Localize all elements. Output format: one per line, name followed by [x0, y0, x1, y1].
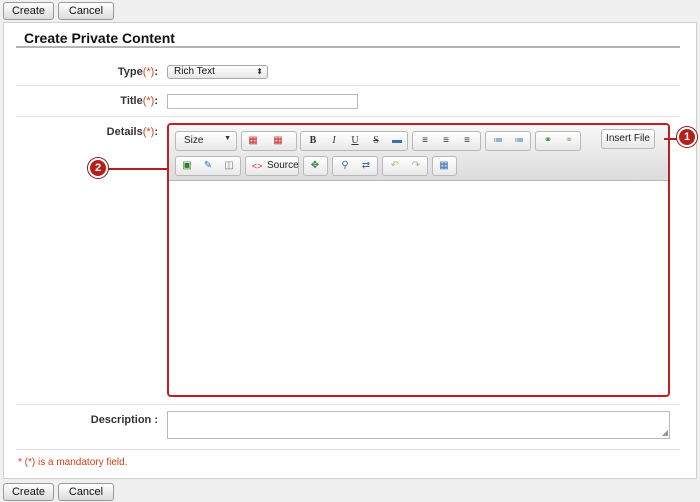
rich-text-editor: Size ▼ ▦ ▦ B I U S ▬ ≡ ≡ ≡ ≔ ≔ ⚭ ⚭ Inser… [167, 123, 670, 397]
description-label: Description : [90, 414, 158, 426]
resize-grip-icon[interactable]: ◢ [662, 429, 668, 437]
editor-content-area[interactable] [169, 182, 668, 395]
replace-icon[interactable]: ⇄ [358, 159, 374, 173]
bottom-action-bar: Create Cancel [0, 480, 700, 502]
find-group: ⚲ ⇄ [332, 156, 378, 176]
top-action-bar: Create Cancel [0, 0, 700, 22]
font-size-dropdown[interactable]: Size ▼ [175, 131, 237, 151]
row-divider [16, 449, 680, 450]
italic-icon[interactable]: I [326, 134, 342, 148]
link-group: ⚭ ⚭ [535, 131, 581, 151]
type-label: Type(*): [117, 66, 158, 78]
unlink-icon[interactable]: ⚭ [561, 134, 577, 148]
insert-file-button[interactable]: Insert File [601, 129, 655, 149]
align-right-icon[interactable]: ≡ [459, 134, 475, 148]
image-icon[interactable]: ▣ [179, 159, 195, 173]
preview-icon[interactable]: ◫ [221, 159, 237, 173]
editor-toolbar: Size ▼ ▦ ▦ B I U S ▬ ≡ ≡ ≡ ≔ ≔ ⚭ ⚭ Inser… [169, 125, 668, 181]
find-icon[interactable]: ⚲ [337, 159, 353, 173]
callout-line-2 [108, 168, 169, 170]
row-divider [16, 116, 680, 117]
table-icon[interactable]: ▦ [270, 134, 286, 148]
color-table-group: ▦ ▦ [241, 131, 297, 151]
format-group: B I U S ▬ [300, 131, 408, 151]
history-group: ↶ ↷ [382, 156, 428, 176]
underline-icon[interactable]: U [347, 134, 363, 148]
link-icon[interactable]: ⚭ [540, 134, 556, 148]
page-title: Create Private Content [24, 30, 175, 46]
callout-badge-2: 2 [88, 158, 108, 178]
bullet-list-icon[interactable]: ≔ [511, 134, 527, 148]
show-blocks-icon[interactable]: ▦ [436, 159, 452, 173]
form-panel: Create Private Content Type(*): Rich Tex… [3, 22, 697, 479]
caret-down-icon: ▼ [224, 135, 231, 142]
row-divider [16, 404, 680, 405]
description-textarea[interactable]: ◢ [167, 411, 670, 439]
title-input[interactable] [167, 94, 358, 109]
type-select[interactable]: Rich Text ⬍ [167, 65, 268, 79]
mandatory-note: * (*) is a mandatory field. [18, 457, 128, 468]
type-select-value: Rich Text [174, 66, 215, 77]
cancel-button-bottom[interactable]: Cancel [58, 483, 114, 501]
create-button-bottom[interactable]: Create [3, 483, 54, 501]
details-label: Details(*): [106, 126, 158, 138]
media-group: ▣ ✎ ◫ [175, 156, 241, 176]
maximize-group: ✥ [303, 156, 328, 176]
text-color-icon[interactable]: ▦ [245, 134, 261, 148]
callout-badge-1: 1 [677, 127, 697, 147]
maximize-icon[interactable]: ✥ [307, 159, 323, 173]
paste-word-icon[interactable]: ✎ [200, 159, 216, 173]
align-left-icon[interactable]: ≡ [417, 134, 433, 148]
horizontal-rule-icon[interactable]: ▬ [389, 134, 405, 148]
select-arrows-icon: ⬍ [256, 67, 263, 76]
title-label: Title(*): [120, 95, 158, 107]
ordered-list-icon[interactable]: ≔ [490, 134, 506, 148]
bold-icon[interactable]: B [305, 134, 321, 148]
blocks-group: ▦ [432, 156, 457, 176]
redo-icon[interactable]: ↷ [408, 159, 424, 173]
undo-icon[interactable]: ↶ [387, 159, 403, 173]
strikethrough-icon[interactable]: S [368, 134, 384, 148]
row-divider [16, 85, 680, 86]
align-center-icon[interactable]: ≡ [438, 134, 454, 148]
align-group: ≡ ≡ ≡ [412, 131, 481, 151]
source-icon: <> [251, 161, 263, 171]
cancel-button-top[interactable]: Cancel [58, 2, 114, 20]
create-button-top[interactable]: Create [3, 2, 54, 20]
source-button[interactable]: <> Source [245, 156, 299, 176]
title-divider [16, 46, 680, 48]
list-group: ≔ ≔ [485, 131, 531, 151]
